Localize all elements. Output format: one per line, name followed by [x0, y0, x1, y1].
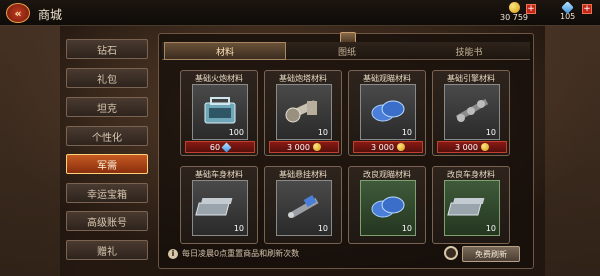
item-quantity: 10 — [233, 224, 244, 233]
info-icon[interactable]: i — [168, 249, 178, 259]
tab-blueprints[interactable]: 图纸 — [286, 42, 408, 60]
gem-icon — [221, 142, 232, 152]
item-slot: 10 — [276, 84, 332, 140]
tab-skill-books[interactable]: 技能书 — [408, 42, 530, 60]
sidebar-item-tanks[interactable]: 坦克 — [66, 97, 148, 117]
card-name: 基础炮塔材料 — [279, 74, 327, 83]
sidebar-item-customization[interactable]: 个性化 — [66, 126, 148, 146]
shop-card[interactable]: 改良观瞄材料 10 — [348, 166, 426, 244]
price-amount: 3 000 — [287, 142, 310, 152]
gold-amount: 30 759 — [500, 13, 528, 22]
sidebar-item-gifts[interactable]: 赠礼 — [66, 240, 148, 260]
gem-balance: 105 — [560, 1, 575, 21]
add-gold-button[interactable]: + — [526, 4, 536, 14]
gold-balance: 30 759 — [500, 2, 528, 22]
reset-notice: 每日凌晨0点重置商品和刷新次数 — [182, 249, 300, 258]
tab-materials[interactable]: 材料 — [164, 42, 286, 60]
item-slot: 10 — [360, 180, 416, 236]
background-pillar-right — [545, 26, 600, 276]
page-title: 商城 — [38, 8, 63, 22]
card-name: 改良车身材料 — [447, 170, 495, 179]
card-name: 基础火炮材料 — [195, 74, 243, 83]
shop-card[interactable]: 改良车身材料 10 — [432, 166, 510, 244]
shop-card[interactable]: 基础观瞄材料 10 3 000 — [348, 70, 426, 156]
item-quantity: 10 — [485, 128, 496, 137]
price-amount: 3 000 — [455, 142, 478, 152]
shop-card[interactable]: 基础车身材料 10 — [180, 166, 258, 244]
item-slot: 10 — [360, 84, 416, 140]
item-slot: 10 — [276, 180, 332, 236]
item-quantity: 100 — [228, 128, 244, 137]
card-name: 基础车身材料 — [195, 170, 243, 179]
buy-button[interactable]: 3 000 — [437, 141, 507, 153]
item-quantity: 10 — [401, 128, 412, 137]
buy-button[interactable]: 60 — [185, 141, 255, 153]
gold-coin-icon — [396, 143, 405, 151]
card-name: 基础悬挂材料 — [279, 170, 327, 179]
item-quantity: 10 — [317, 224, 328, 233]
price-amount: 60 — [209, 142, 221, 152]
sidebar-item-packs[interactable]: 礼包 — [66, 68, 148, 88]
item-quantity: 10 — [485, 224, 496, 233]
background-pillar-left — [0, 26, 60, 276]
item-quantity: 10 — [317, 128, 328, 137]
sidebar-item-lucky-box[interactable]: 幸运宝箱 — [66, 183, 148, 203]
item-quantity: 10 — [401, 224, 412, 233]
sidebar-item-premium[interactable]: 高级账号 — [66, 211, 148, 231]
price-amount: 3 000 — [371, 142, 394, 152]
add-gems-button[interactable]: + — [582, 4, 592, 14]
item-slot: 10 — [192, 180, 248, 236]
clock-icon — [444, 246, 458, 260]
item-slot: 100 — [192, 84, 248, 140]
card-name: 基础观瞄材料 — [363, 74, 411, 83]
item-slot: 10 — [444, 180, 500, 236]
gold-coin-icon — [480, 143, 489, 151]
item-slot: 10 — [444, 84, 500, 140]
free-refresh-button[interactable]: 免费刷新 — [462, 246, 520, 262]
shop-card[interactable]: 基础悬挂材料 10 — [264, 166, 342, 244]
sidebar-item-diamonds[interactable]: 钻石 — [66, 39, 148, 59]
buy-button[interactable]: 3 000 — [353, 141, 423, 153]
card-name: 改良观瞄材料 — [363, 170, 411, 179]
shop-card[interactable]: 基础炮塔材料 10 3 000 — [264, 70, 342, 156]
card-name: 基础引擎材料 — [447, 74, 495, 83]
sidebar-item-supplies[interactable]: 军需 — [66, 154, 148, 174]
buy-button[interactable]: 3 000 — [269, 141, 339, 153]
gold-coin-icon — [312, 143, 321, 151]
gold-coin-icon — [508, 2, 520, 13]
top-bar: « 商城 30 759 + 105 + — [0, 0, 600, 26]
shop-card[interactable]: 基础火炮材料 100 60 — [180, 70, 258, 156]
shop-card[interactable]: 基础引擎材料 10 3 000 — [432, 70, 510, 156]
back-button[interactable]: « — [6, 3, 30, 23]
